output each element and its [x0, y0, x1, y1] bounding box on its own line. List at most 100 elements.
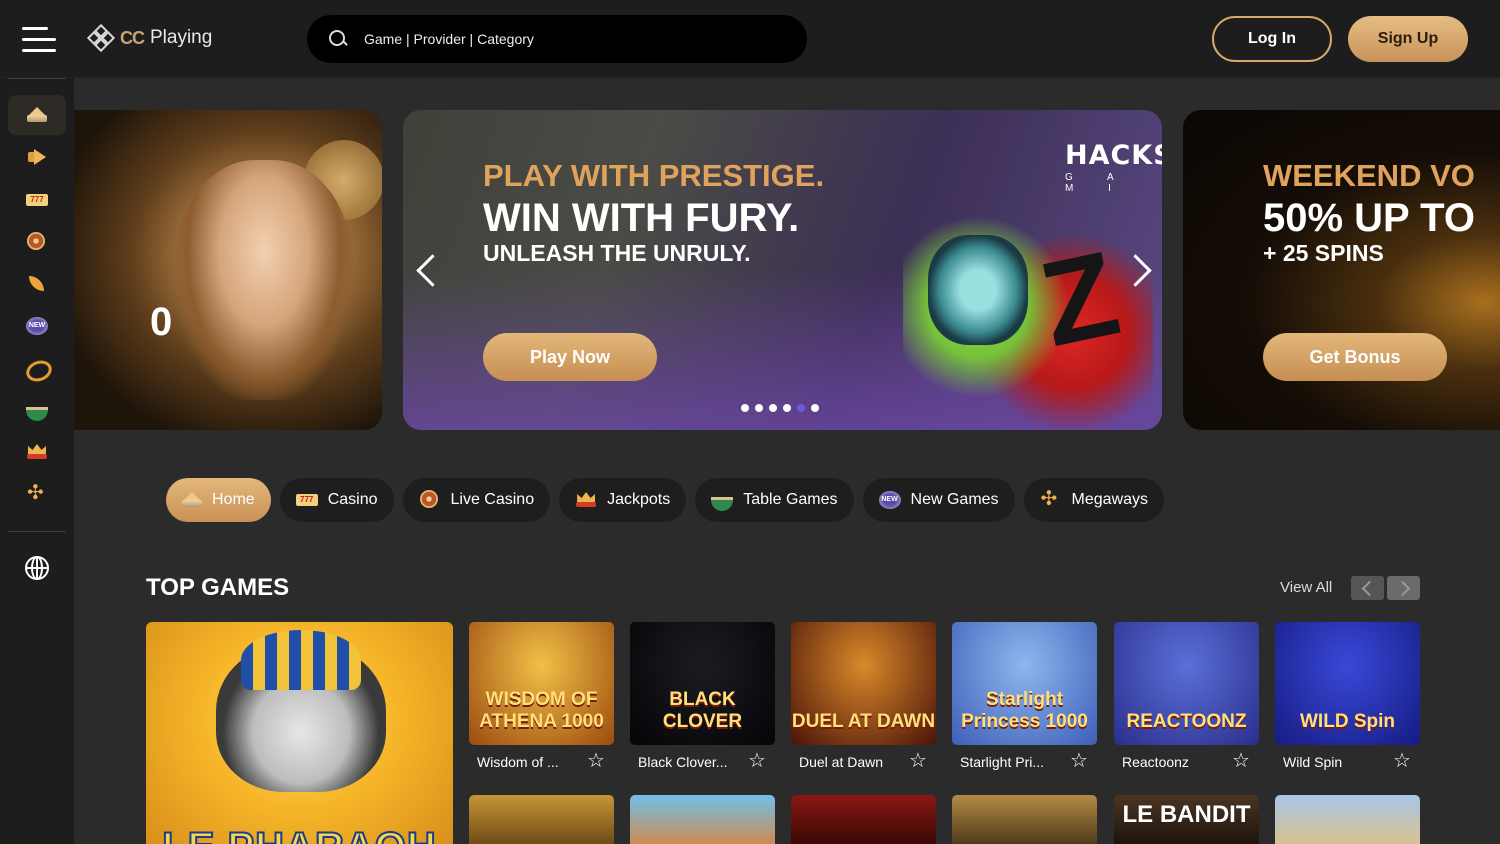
banner-headline-1: WEEKEND VO — [1263, 158, 1475, 193]
carousel-dot[interactable] — [783, 404, 791, 412]
pharaoh-headdress-image — [241, 630, 361, 690]
home-icon — [27, 107, 47, 123]
banner-headline-2: WIN WITH FURY. — [483, 196, 800, 240]
tab-label: Table Games — [743, 491, 838, 508]
game-name: Duel at Dawn — [799, 754, 884, 770]
language-button[interactable] — [8, 548, 66, 588]
banner-subheadline: UNLEASH THE UNRULY. — [483, 240, 751, 266]
tab-home[interactable]: Home — [166, 478, 271, 522]
menu-icon[interactable] — [22, 27, 56, 53]
get-bonus-button[interactable]: Get Bonus — [1263, 333, 1447, 381]
view-all-link[interactable]: View All — [1280, 579, 1332, 596]
game-card[interactable]: DUEL AT DAWN Duel at Dawn ☆ — [791, 622, 936, 772]
favorite-star-icon[interactable]: ☆ — [1070, 750, 1088, 772]
sidebar-item-live-casino[interactable] — [8, 222, 66, 262]
game-name: Wisdom of ... — [477, 754, 559, 770]
flower-icon — [26, 482, 48, 504]
tab-table-games[interactable]: Table Games — [695, 478, 854, 522]
monster-character-image — [928, 235, 1028, 345]
favorite-star-icon[interactable]: ☆ — [1393, 750, 1411, 772]
signup-button[interactable]: Sign Up — [1348, 16, 1468, 62]
carousel-dot[interactable] — [755, 404, 763, 412]
game-thumbnail[interactable] — [1275, 795, 1420, 844]
favorite-star-icon[interactable]: ☆ — [909, 750, 927, 772]
game-thumbnail[interactable] — [630, 795, 775, 844]
tab-label: Megaways — [1071, 491, 1149, 508]
game-card[interactable]: WILD Spin Wild Spin ☆ — [1275, 622, 1420, 772]
banner-partial-text: 0 — [150, 300, 173, 344]
game-thumbnail-title: BLACK CLOVER — [662, 689, 743, 732]
game-card[interactable]: Starlight Princess 1000 Starlight Pri... ☆ — [952, 622, 1097, 772]
game-thumbnail[interactable]: WILD Spin — [1275, 622, 1420, 745]
game-card[interactable]: REACTOONZ Reactoonz ☆ — [1114, 622, 1259, 772]
sidebar-item-sports[interactable] — [8, 264, 66, 304]
poker-table-icon — [711, 491, 734, 511]
play-now-button[interactable]: Play Now — [483, 333, 657, 381]
sidebar-item-casino[interactable] — [8, 180, 66, 220]
game-thumbnail[interactable]: DUEL AT DAWN — [791, 622, 936, 745]
megaphone-icon — [26, 149, 48, 167]
game-thumbnail[interactable]: Starlight Princess 1000 — [952, 622, 1097, 745]
provider-logo: HACKSA — [1065, 140, 1162, 171]
game-thumbnail-title: LE BANDIT — [1122, 801, 1251, 828]
tab-label: Live Casino — [450, 491, 535, 508]
favorite-star-icon[interactable]: ☆ — [748, 750, 766, 772]
game-name: Wild Spin — [1283, 754, 1343, 770]
sidebar-item-jackpots[interactable] — [8, 432, 66, 472]
favorite-star-icon[interactable]: ☆ — [1232, 750, 1250, 772]
game-thumbnail[interactable]: LE BANDIT — [1114, 795, 1259, 844]
tab-label: Home — [212, 491, 255, 508]
logo-mark-icon — [86, 23, 116, 53]
search-input[interactable] — [364, 31, 764, 47]
sidebar-item-crash[interactable] — [8, 348, 66, 388]
sidebar-item-new-games[interactable] — [8, 306, 66, 346]
carousel-dot[interactable] — [769, 404, 777, 412]
game-thumbnail-title: WILD Spin — [1300, 711, 1395, 732]
carousel-dot[interactable] — [811, 404, 819, 412]
banner-slide-active[interactable]: Z HACKSA G A M I PLAY WITH PRESTIGE. WIN… — [403, 110, 1162, 430]
carousel-dot[interactable] — [741, 404, 749, 412]
banner-slide-previous[interactable]: 0 — [74, 110, 382, 430]
game-thumbnail-title: WISDOM OF ATHENA 1000 — [479, 689, 604, 732]
logo[interactable]: CC Playing — [86, 23, 212, 53]
carousel-dot-active[interactable] — [797, 404, 805, 412]
tab-jackpots[interactable]: Jackpots — [559, 478, 687, 522]
featured-game-title: LE PHARAOH — [146, 824, 453, 844]
game-thumbnail-title: Starlight Princess 1000 — [961, 689, 1088, 732]
crown-icon — [26, 443, 48, 461]
game-thumbnail[interactable]: BLACK CLOVER — [630, 622, 775, 745]
login-button[interactable]: Log In — [1212, 16, 1332, 62]
tab-live-casino[interactable]: Live Casino — [402, 478, 551, 522]
sidebar-item-promotions[interactable] — [8, 138, 66, 178]
games-prev-button[interactable] — [1351, 576, 1384, 600]
sidebar-divider — [8, 531, 66, 532]
game-card[interactable]: BLACK CLOVER Black Clover... ☆ — [630, 622, 775, 772]
featured-game-card[interactable]: LE PHARAOH — [146, 622, 453, 844]
search-bar[interactable] — [307, 15, 807, 63]
game-thumbnail[interactable]: WISDOM OF ATHENA 1000 — [469, 622, 614, 745]
game-thumbnail[interactable] — [791, 795, 936, 844]
carousel-next-icon[interactable] — [1128, 253, 1152, 287]
sidebar-item-home[interactable] — [8, 95, 66, 135]
logo-cc: CC — [120, 27, 145, 48]
game-thumbnail[interactable]: REACTOONZ — [1114, 622, 1259, 745]
globe-icon — [25, 556, 49, 580]
leaf-icon — [26, 275, 48, 293]
search-icon — [329, 30, 347, 48]
game-name: Reactoonz — [1122, 754, 1189, 770]
banner-slide-next[interactable]: WEEKEND VO 50% UP TO + 25 SPINS Get Bonu… — [1183, 110, 1500, 430]
sidebar-item-megaways[interactable] — [8, 474, 66, 514]
game-thumbnail[interactable] — [952, 795, 1097, 844]
provider-logo-sub: G A M I — [1065, 172, 1130, 194]
favorite-star-icon[interactable]: ☆ — [587, 750, 605, 772]
game-card[interactable]: WISDOM OF ATHENA 1000 Wisdom of ... ☆ — [469, 622, 614, 772]
tab-casino[interactable]: Casino — [279, 478, 394, 522]
new-badge-icon — [26, 317, 48, 335]
carousel-prev-icon[interactable] — [413, 253, 437, 287]
games-next-button[interactable] — [1387, 576, 1420, 600]
tab-megaways[interactable]: Megaways — [1023, 478, 1165, 522]
tab-new-games[interactable]: New Games — [862, 478, 1015, 522]
section-title: TOP GAMES — [146, 574, 290, 601]
game-thumbnail[interactable] — [469, 795, 614, 844]
sidebar-item-table-games[interactable] — [8, 390, 66, 430]
